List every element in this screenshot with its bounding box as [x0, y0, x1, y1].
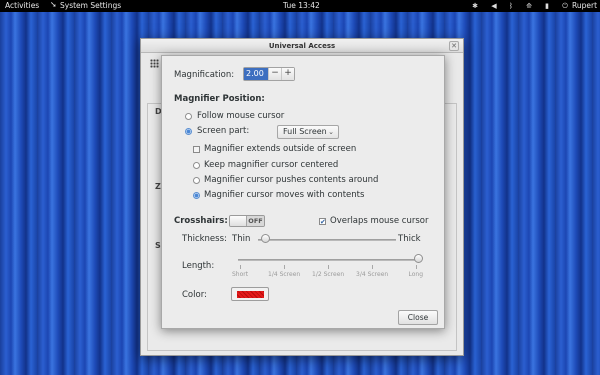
crosshairs-label: Crosshairs: — [174, 216, 228, 226]
follow-mouse-label[interactable]: Follow mouse cursor — [197, 111, 284, 121]
thickness-slider-handle[interactable] — [260, 234, 270, 243]
pushes-contents-label[interactable]: Magnifier cursor pushes contents around — [204, 175, 378, 185]
thickness-thick-label: Thick — [398, 234, 421, 244]
window-close-icon[interactable]: ✕ — [449, 41, 459, 51]
screen-part-radio[interactable] — [185, 128, 192, 135]
color-swatch — [237, 291, 264, 298]
all-settings-grid-icon[interactable] — [150, 59, 159, 68]
extends-outside-checkbox[interactable] — [193, 146, 200, 153]
length-tick-mark — [284, 265, 285, 269]
magnifier-position-heading: Magnifier Position: — [174, 94, 265, 104]
network-icon[interactable]: ⟰ — [525, 2, 533, 10]
battery-icon[interactable]: ▮ — [543, 2, 551, 10]
crosshair-color-button[interactable] — [231, 287, 269, 301]
keep-centered-label[interactable]: Keep magnifier cursor centered — [204, 160, 338, 170]
increase-button[interactable]: + — [281, 68, 294, 80]
window-title: Universal Access — [141, 39, 463, 53]
magnification-value[interactable]: 2.00 — [244, 68, 268, 80]
length-tick-label: Short — [232, 271, 249, 278]
keep-centered-radio[interactable] — [193, 162, 200, 169]
screen-part-combobox[interactable]: Full Screen ⌄ — [277, 125, 339, 139]
volume-icon[interactable]: ◀ — [490, 2, 498, 10]
thickness-slider-track[interactable] — [258, 239, 396, 241]
pushes-contents-radio[interactable] — [193, 177, 200, 184]
follow-mouse-radio[interactable] — [185, 113, 192, 120]
close-button[interactable]: Close — [398, 310, 438, 325]
bluetooth-icon[interactable]: ᛒ — [507, 2, 515, 10]
decrease-button[interactable]: − — [268, 68, 281, 80]
power-icon[interactable]: ⏻ — [561, 2, 569, 10]
top-bar: Activities ➘ System Settings Tue 13:42 ✱… — [0, 0, 600, 12]
partial-label: Z — [155, 182, 161, 191]
switch-knob[interactable] — [230, 216, 247, 226]
crosshairs-switch[interactable]: OFF — [229, 215, 265, 227]
activities-button[interactable]: Activities — [5, 1, 39, 10]
length-tick-mark — [328, 265, 329, 269]
zoom-options-dialog: Magnification: 2.00 − + Magnifier Positi… — [161, 55, 445, 329]
screen-part-label[interactable]: Screen part: — [197, 126, 249, 136]
app-menu-arrow-icon: ➘ — [50, 0, 57, 9]
chevron-down-icon: ⌄ — [328, 128, 334, 136]
extends-outside-label[interactable]: Magnifier extends outside of screen — [204, 144, 356, 154]
length-tick-label: 1/2 Screen — [312, 271, 345, 278]
length-slider-handle[interactable] — [414, 254, 423, 263]
thickness-label: Thickness: — [182, 234, 227, 244]
length-label: Length: — [182, 261, 215, 271]
accessibility-icon[interactable]: ✱ — [471, 2, 479, 10]
magnification-spinbutton[interactable]: 2.00 − + — [243, 67, 295, 81]
length-slider-track[interactable] — [238, 259, 418, 261]
overlaps-cursor-checkbox[interactable]: ✔ — [319, 218, 326, 226]
overlaps-cursor-label[interactable]: Overlaps mouse cursor — [330, 216, 428, 226]
user-menu[interactable]: Rupert — [572, 1, 597, 10]
color-label: Color: — [182, 290, 207, 300]
length-tick-mark — [372, 265, 373, 269]
length-tick-label: 1/4 Screen — [268, 271, 301, 278]
length-tick-mark — [416, 265, 417, 269]
magnification-label: Magnification: — [174, 70, 235, 80]
thickness-thin-label: Thin — [232, 234, 251, 244]
clock[interactable]: Tue 13:42 — [283, 1, 320, 10]
length-tick-label: 3/4 Screen — [356, 271, 389, 278]
screen-part-value: Full Screen — [283, 127, 327, 136]
moves-with-contents-label[interactable]: Magnifier cursor moves with contents — [204, 190, 364, 200]
moves-with-contents-radio[interactable] — [193, 192, 200, 199]
switch-state: OFF — [247, 216, 264, 226]
partial-label: S — [155, 241, 161, 250]
app-menu-button[interactable]: System Settings — [60, 1, 121, 10]
length-tick-label: Long — [408, 271, 424, 278]
length-tick-mark — [240, 265, 241, 269]
